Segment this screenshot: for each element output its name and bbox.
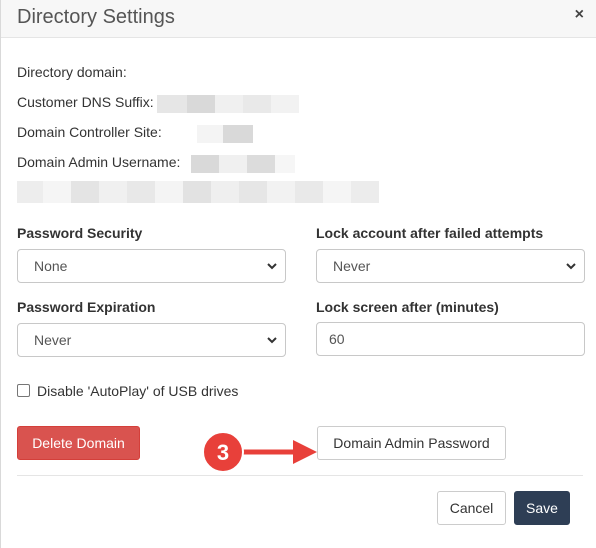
lock-account-value: Never <box>333 258 371 274</box>
password-security-select[interactable]: None <box>17 249 286 283</box>
lock-account-select[interactable]: Never <box>316 249 585 283</box>
password-security-value: None <box>34 258 68 274</box>
lock-screen-input[interactable]: 60 <box>316 322 585 356</box>
password-expiration-select[interactable]: Never <box>17 323 286 357</box>
password-expiration-label: Password Expiration <box>17 299 156 315</box>
directory-domain-label: Directory domain: <box>17 64 127 80</box>
dialog-header: Directory Settings × <box>1 0 596 38</box>
dialog-title: Directory Settings <box>17 6 175 28</box>
chevron-down-icon <box>566 263 576 270</box>
arrow-right-icon <box>293 440 317 464</box>
delete-domain-button[interactable]: Delete Domain <box>17 426 140 460</box>
chevron-down-icon <box>267 263 277 270</box>
password-security-label: Password Security <box>17 225 143 241</box>
password-expiration-value: Never <box>34 332 72 348</box>
dns-suffix-redacted-value <box>157 95 299 113</box>
autoplay-checkbox[interactable] <box>17 384 30 397</box>
redacted-line <box>17 181 379 203</box>
dc-site-redacted-value <box>197 125 253 143</box>
dns-suffix-label: Customer DNS Suffix: <box>17 94 154 110</box>
step-callout: 3 <box>202 431 317 473</box>
lock-account-label: Lock account after failed attempts <box>316 225 544 241</box>
dc-site-label: Domain Controller Site: <box>17 124 162 140</box>
lock-screen-label: Lock screen after (minutes) <box>316 299 499 315</box>
save-button[interactable]: Save <box>514 491 570 525</box>
domain-admin-password-button[interactable]: Domain Admin Password <box>317 426 506 460</box>
directory-settings-dialog: Directory Settings × Directory domain: C… <box>0 0 596 548</box>
admin-username-label: Domain Admin Username: <box>17 154 181 170</box>
autoplay-checkbox-label: Disable 'AutoPlay' of USB drives <box>37 383 239 399</box>
step-number: 3 <box>217 440 229 465</box>
close-icon[interactable]: × <box>575 6 584 24</box>
cancel-button[interactable]: Cancel <box>437 491 506 525</box>
chevron-down-icon <box>267 337 277 344</box>
admin-username-redacted-value <box>191 155 295 173</box>
footer-divider <box>17 475 583 476</box>
